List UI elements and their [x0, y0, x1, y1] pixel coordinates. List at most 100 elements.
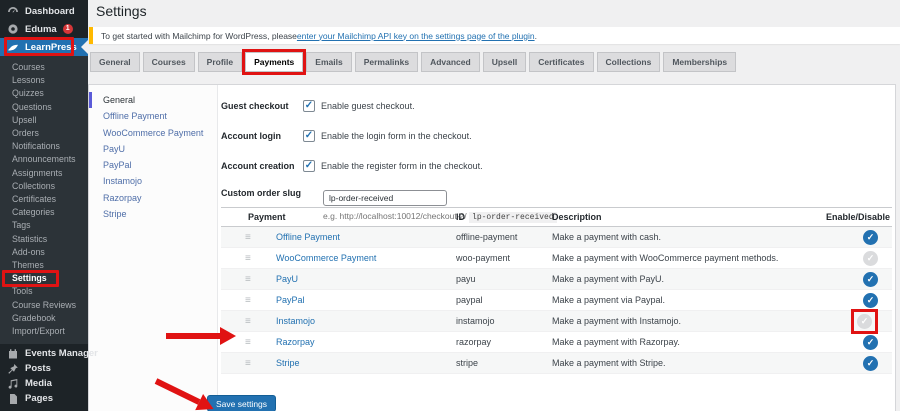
submenu-item-tags[interactable]: Tags: [0, 219, 88, 232]
payment-id: woo-payment: [456, 253, 552, 263]
tab-advanced[interactable]: Advanced: [421, 52, 480, 72]
subnav-item-woocommerce-payment[interactable]: WooCommerce Payment: [89, 125, 217, 141]
subnav-item-stripe[interactable]: Stripe: [89, 206, 217, 222]
sidebar-item-events-manager[interactable]: Events Manager: [0, 346, 88, 361]
submenu-item-add-ons[interactable]: Add-ons: [0, 246, 88, 259]
enable-toggle[interactable]: ✓: [863, 230, 878, 245]
table-row-paypal: ≡ PayPal paypal Make a payment via Paypa…: [221, 290, 892, 311]
page-title: Settings: [96, 3, 147, 19]
sidebar-item-posts[interactable]: Posts: [0, 361, 88, 376]
submenu-item-courses[interactable]: Courses: [0, 61, 88, 74]
guest-checkout-description: Enable guest checkout.: [321, 101, 415, 111]
form-row-account-login: Account login ✓ Enable the login form in…: [221, 128, 892, 144]
learnpress-submenu: Courses Lessons Quizzes Questions Upsell…: [0, 56, 88, 344]
submenu-item-announcements[interactable]: Announcements: [0, 153, 88, 166]
payment-name-link[interactable]: PayU: [276, 274, 298, 284]
eduma-icon: [7, 23, 19, 35]
header-id: ID: [456, 212, 552, 222]
submenu-item-lessons[interactable]: Lessons: [0, 74, 88, 87]
custom-order-slug-input[interactable]: [323, 190, 447, 206]
sidebar-item-media[interactable]: Media: [0, 376, 88, 391]
payment-name-link[interactable]: Instamojo: [276, 316, 315, 326]
payment-id: instamojo: [456, 316, 552, 326]
payment-name-link[interactable]: Razorpay: [276, 337, 315, 347]
form-row-guest-checkout: Guest checkout ✓ Enable guest checkout.: [221, 98, 892, 114]
submenu-item-notifications[interactable]: Notifications: [0, 140, 88, 153]
submenu-item-orders[interactable]: Orders: [0, 127, 88, 140]
drag-handle-icon[interactable]: ≡: [245, 316, 251, 327]
submenu-item-course-reviews[interactable]: Course Reviews: [0, 299, 88, 312]
drag-handle-icon[interactable]: ≡: [245, 274, 251, 285]
submenu-item-quizzes[interactable]: Quizzes: [0, 87, 88, 100]
account-creation-checkbox[interactable]: ✓: [303, 160, 315, 172]
submenu-item-certificates[interactable]: Certificates: [0, 193, 88, 206]
tab-collections[interactable]: Collections: [597, 52, 661, 72]
tab-upsell[interactable]: Upsell: [483, 52, 527, 72]
sidebar-item-eduma[interactable]: Eduma 1: [0, 20, 88, 38]
sidebar-item-label: Events Manager: [25, 348, 98, 359]
save-settings-button[interactable]: Save settings: [207, 395, 276, 411]
sidebar-item-dashboard[interactable]: Dashboard: [0, 2, 88, 20]
submenu-item-collections[interactable]: Collections: [0, 180, 88, 193]
submenu-item-statistics[interactable]: Statistics: [0, 233, 88, 246]
submenu-item-upsell[interactable]: Upsell: [0, 114, 88, 127]
sidebar-item-pages[interactable]: Pages: [0, 391, 88, 406]
drag-handle-icon[interactable]: ≡: [245, 295, 251, 306]
subnav-item-instamojo[interactable]: Instamojo: [89, 173, 217, 189]
tab-emails[interactable]: Emails: [306, 52, 351, 72]
tab-permalinks[interactable]: Permalinks: [355, 52, 418, 72]
submenu-item-assignments[interactable]: Assignments: [0, 167, 88, 180]
annotation-box-instamojo-toggle: ✓: [851, 309, 878, 334]
submenu-item-settings[interactable]: Settings: [0, 272, 88, 285]
account-login-label: Account login: [221, 131, 303, 141]
payments-settings-card: General Offline Payment WooCommerce Paym…: [88, 84, 896, 411]
subnav-item-payu[interactable]: PayU: [89, 141, 217, 157]
payment-name-link[interactable]: PayPal: [276, 295, 305, 305]
enable-toggle[interactable]: ✓: [863, 272, 878, 287]
payment-id: stripe: [456, 358, 552, 368]
submenu-item-gradebook[interactable]: Gradebook: [0, 312, 88, 325]
mailchimp-api-key-link[interactable]: enter your Mailchimp API key on the sett…: [297, 31, 535, 41]
enable-toggle[interactable]: ✓: [863, 251, 878, 266]
enable-toggle[interactable]: ✓: [863, 356, 878, 371]
submenu-item-import-export[interactable]: Import/Export: [0, 325, 88, 338]
submenu-item-themes[interactable]: Themes: [0, 259, 88, 272]
tab-certificates[interactable]: Certificates: [529, 52, 593, 72]
subnav-item-offline-payment[interactable]: Offline Payment: [89, 108, 217, 124]
submenu-item-tools[interactable]: Tools: [0, 285, 88, 298]
payment-description: Make a payment with Razorpay.: [552, 337, 814, 347]
payment-description: Make a payment with Instamojo.: [552, 316, 814, 326]
header-enable-disable: Enable/Disable: [814, 212, 892, 222]
tab-profile[interactable]: Profile: [198, 52, 242, 72]
table-row-offline-payment: ≡ Offline Payment offline-payment Make a…: [221, 227, 892, 248]
admin-sidebar: Dashboard Eduma 1 LearnPress Courses Les…: [0, 0, 88, 411]
tab-memberships[interactable]: Memberships: [663, 52, 736, 72]
payment-name-link[interactable]: Offline Payment: [276, 232, 340, 242]
tab-payments[interactable]: Payments: [245, 52, 303, 72]
enable-toggle[interactable]: ✓: [863, 335, 878, 350]
sidebar-item-learnpress[interactable]: LearnPress: [0, 38, 88, 56]
drag-handle-icon[interactable]: ≡: [245, 337, 251, 348]
table-row-razorpay: ≡ Razorpay razorpay Make a payment with …: [221, 332, 892, 353]
drag-handle-icon[interactable]: ≡: [245, 232, 251, 243]
subnav-item-razorpay[interactable]: Razorpay: [89, 190, 217, 206]
drag-handle-icon[interactable]: ≡: [245, 358, 251, 369]
form-row-account-creation: Account creation ✓ Enable the register f…: [221, 158, 892, 174]
submenu-item-questions[interactable]: Questions: [0, 101, 88, 114]
account-login-checkbox[interactable]: ✓: [303, 130, 315, 142]
sidebar-item-label: Posts: [25, 363, 51, 374]
guest-checkout-checkbox[interactable]: ✓: [303, 100, 315, 112]
payment-name-link[interactable]: Stripe: [276, 358, 300, 368]
payment-id: razorpay: [456, 337, 552, 347]
enable-toggle[interactable]: ✓: [857, 314, 872, 329]
calendar-icon: [7, 348, 19, 360]
tab-general[interactable]: General: [90, 52, 140, 72]
subnav-item-paypal[interactable]: PayPal: [89, 157, 217, 173]
drag-handle-icon[interactable]: ≡: [245, 253, 251, 264]
subnav-item-general[interactable]: General: [89, 92, 217, 108]
submenu-item-categories[interactable]: Categories: [0, 206, 88, 219]
enable-toggle[interactable]: ✓: [863, 293, 878, 308]
tab-courses[interactable]: Courses: [143, 52, 195, 72]
payment-name-link[interactable]: WooCommerce Payment: [276, 253, 376, 263]
settings-tabs: General Courses Profile Payments Emails …: [90, 52, 736, 72]
